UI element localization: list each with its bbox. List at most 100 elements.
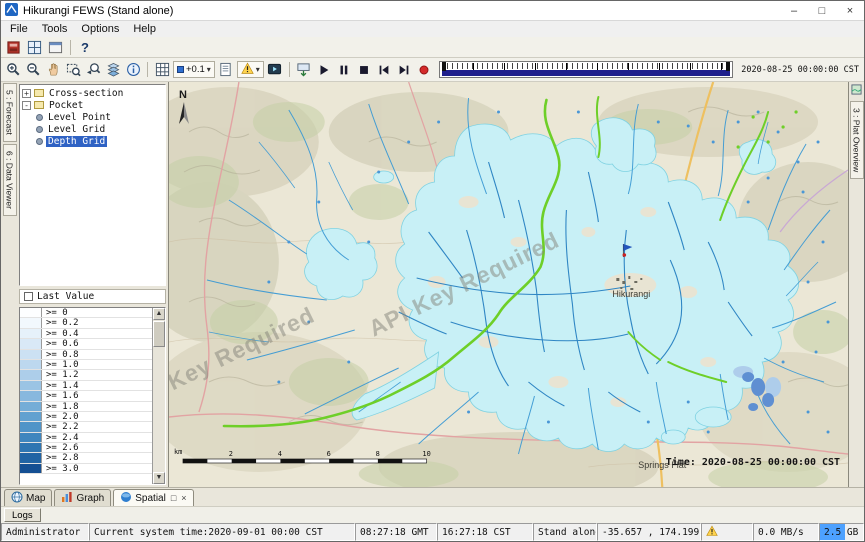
zoom-previous-icon[interactable] [84,61,102,78]
menu-options[interactable]: Options [74,22,126,36]
grid-display-icon[interactable] [153,61,171,78]
scrollbar-track[interactable] [153,320,165,472]
svg-text:6: 6 [327,450,331,458]
pause-button[interactable] [335,61,353,78]
legend-swatch [20,402,42,411]
legend-row: >= 2.6 [20,443,152,453]
window-title: Hikurangi FEWS (Stand alone) [23,5,780,17]
menu-tools[interactable]: Tools [35,22,75,36]
info-icon[interactable] [124,61,142,78]
chevron-down-icon: ▾ [207,65,211,74]
legend-swatch [20,391,42,400]
status-gmt-time: 08:27:18 GMT [355,523,437,541]
tree-item-level-grid[interactable]: Level Grid [22,123,165,135]
sphere-icon [120,491,132,506]
app-icon [5,3,18,19]
folder-icon [34,89,44,97]
step-forward-button[interactable] [395,61,413,78]
scroll-up-icon[interactable]: ▲ [153,308,165,320]
legend-row: >= 3.0 [20,464,152,474]
play-button[interactable] [315,61,333,78]
legend-swatch [20,443,42,452]
legend-swatch [20,339,42,348]
tab-spatial[interactable]: Spatial □ × [113,489,193,506]
legend-row: >= 0.4 [20,329,152,339]
scrollbar-thumb[interactable] [153,321,165,347]
logs-button[interactable]: Logs [4,508,41,522]
legend-swatch [20,350,42,359]
legend-row: >= 0 [20,308,152,318]
close-tab-icon[interactable]: × [179,493,186,503]
maximize-button[interactable]: □ [808,1,836,21]
logs-row: Logs [1,506,864,523]
step-back-button[interactable] [375,61,393,78]
legend-swatch [20,422,42,431]
pan-icon[interactable] [44,61,62,78]
chevron-down-icon: ▾ [256,65,260,74]
status-bar: Administrator Current system time:2020-0… [1,523,864,541]
legend-swatch [20,360,42,369]
record-button[interactable] [415,61,433,78]
interval-icon [177,66,184,73]
timeline-slider[interactable] [439,61,734,78]
legend-swatch [20,464,42,473]
zoom-in-icon[interactable] [4,61,22,78]
svg-text:10: 10 [422,450,430,458]
export-animation-icon[interactable] [295,61,313,78]
checkbox-icon[interactable] [24,292,33,301]
menu-file[interactable]: File [3,22,35,36]
legend-row: >= 1.6 [20,391,152,401]
status-user: Administrator [1,523,89,541]
zoom-extent-icon[interactable] [64,61,82,78]
map-viewport[interactable]: Hikurangi Springs Flat API Key Required … [168,82,849,487]
interval-dropdown[interactable]: +0.1 ▾ [173,61,215,78]
undock-icon[interactable]: □ [169,493,176,503]
window-icon[interactable] [46,39,64,56]
expand-icon[interactable]: + [22,89,31,98]
menu-help[interactable]: Help [126,22,163,36]
tab-forecast[interactable]: 5 : Forecast [3,83,17,142]
display-groups-icon[interactable] [25,39,43,56]
minimize-button[interactable]: – [780,1,808,21]
legend-swatch [20,412,42,421]
overview-map-icon[interactable] [851,84,862,98]
last-value-toggle[interactable]: Last Value [19,289,166,304]
timeline-start-marker[interactable] [442,62,446,71]
scroll-down-icon[interactable]: ▼ [153,472,165,484]
status-memory: 2.5 GB [819,523,864,541]
right-tab-strip: 3 : Plat Overview [849,82,864,487]
layers-icon[interactable] [104,61,122,78]
collapse-icon[interactable]: - [22,101,31,110]
zoom-out-icon[interactable] [24,61,42,78]
left-panel: + Cross-section - Pocket Level Point Lev… [18,82,168,487]
status-warning-cell[interactable] [701,523,753,541]
legend-row: >= 0.2 [20,318,152,328]
animation-icon[interactable] [266,61,284,78]
status-coordinates: -35.657 , 174.199 [597,523,701,541]
svg-text:km: km [174,448,182,456]
legend-scrollbar[interactable]: ▲ ▼ [152,308,165,484]
tab-plot-overview[interactable]: 3 : Plat Overview [850,101,864,179]
close-button[interactable]: × [836,1,864,21]
app-window: Hikurangi FEWS (Stand alone) – □ × File … [0,0,865,542]
tree-item-depth-grid[interactable]: Depth Grid [22,135,165,147]
status-local-time: 16:27:18 CST [437,523,533,541]
tree-item-cross-section[interactable]: + Cross-section [22,87,165,99]
legend-row: >= 1.4 [20,381,152,391]
globe-icon [11,491,23,506]
map-time-label: Time: 2020-08-25 00:00:00 CST [666,456,840,468]
left-tab-strip: 5 : Forecast 6 : Data Viewer [1,82,18,487]
stop-button[interactable] [355,61,373,78]
legend-swatch [20,453,42,462]
timeline-end-marker[interactable] [726,62,730,71]
help-icon[interactable]: ? [77,40,93,55]
tab-map[interactable]: Map [4,489,52,506]
tab-data-viewer[interactable]: 6 : Data Viewer [3,144,17,216]
profile-icon[interactable] [217,61,235,78]
tab-graph[interactable]: Graph [54,489,111,506]
legend-panel: >= 0 >= 0.2 >= 0.4 >= 0.6 >= 0.8 >= 1.0 … [19,307,166,485]
thresholds-dropdown[interactable]: ▾ [237,61,264,78]
tree-item-level-point[interactable]: Level Point [22,111,165,123]
tree-item-pocket[interactable]: - Pocket [22,99,165,111]
explorer-icon[interactable] [4,39,22,56]
